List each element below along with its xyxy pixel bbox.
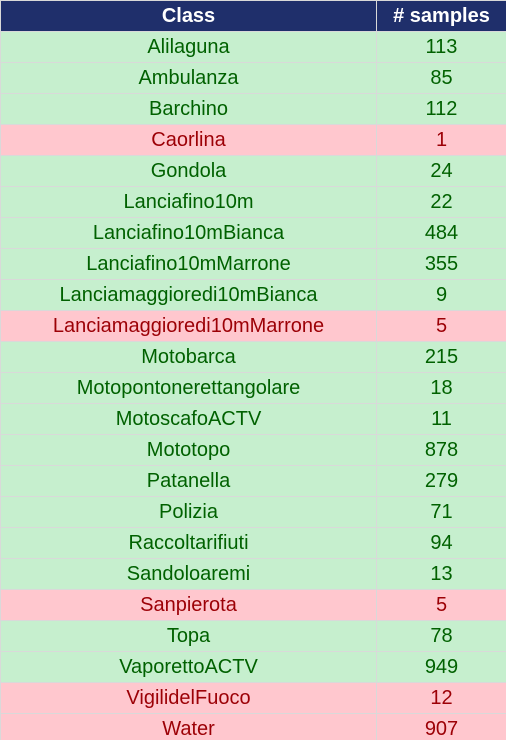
class-cell: VaporettoACTV — [0, 651, 377, 683]
header-row: Class # samples — [0, 0, 506, 32]
table-row: Patanella 279 — [0, 465, 506, 497]
class-cell: MotoscafoACTV — [0, 403, 377, 435]
class-cell: Polizia — [0, 496, 377, 528]
samples-cell: 5 — [376, 589, 506, 621]
samples-cell: 85 — [376, 62, 506, 94]
table-row: Raccoltarifiuti 94 — [0, 527, 506, 559]
class-cell: Ambulanza — [0, 62, 377, 94]
table-row: Polizia 71 — [0, 496, 506, 528]
samples-cell: 71 — [376, 496, 506, 528]
samples-cell: 78 — [376, 620, 506, 652]
class-cell: Alilaguna — [0, 31, 377, 63]
class-cell: Motobarca — [0, 341, 377, 373]
class-cell: Motopontonerettangolare — [0, 372, 377, 404]
class-cell: Barchino — [0, 93, 377, 125]
class-column-header: Class — [0, 0, 377, 32]
table-row: Water 907 — [0, 713, 506, 740]
samples-table: Class # samples Alilaguna 113 Ambulanza … — [0, 0, 506, 740]
samples-cell: 18 — [376, 372, 506, 404]
table-row: Motobarca 215 — [0, 341, 506, 373]
table-row: Lanciafino10mBianca 484 — [0, 217, 506, 249]
samples-cell: 949 — [376, 651, 506, 683]
class-cell: Patanella — [0, 465, 377, 497]
table-row: Lanciafino10m 22 — [0, 186, 506, 218]
table-row: Topa 78 — [0, 620, 506, 652]
class-cell: VigilidelFuoco — [0, 682, 377, 714]
table-row: Sandoloaremi 13 — [0, 558, 506, 590]
table-row: Sanpierota 5 — [0, 589, 506, 621]
table-row: Barchino 112 — [0, 93, 506, 125]
samples-cell: 907 — [376, 713, 506, 740]
class-cell: Lanciamaggioredi10mMarrone — [0, 310, 377, 342]
table-body: Alilaguna 113 Ambulanza 85 Barchino 112 … — [0, 31, 506, 740]
class-cell: Caorlina — [0, 124, 377, 156]
class-cell: Sanpierota — [0, 589, 377, 621]
table-row: Lanciamaggioredi10mMarrone 5 — [0, 310, 506, 342]
class-cell: Raccoltarifiuti — [0, 527, 377, 559]
samples-cell: 9 — [376, 279, 506, 311]
table-row: Mototopo 878 — [0, 434, 506, 466]
samples-cell: 5 — [376, 310, 506, 342]
table-row: MotoscafoACTV 11 — [0, 403, 506, 435]
class-cell: Sandoloaremi — [0, 558, 377, 590]
samples-cell: 878 — [376, 434, 506, 466]
samples-cell: 24 — [376, 155, 506, 187]
samples-cell: 94 — [376, 527, 506, 559]
samples-cell: 1 — [376, 124, 506, 156]
samples-cell: 215 — [376, 341, 506, 373]
class-cell: Lanciafino10m — [0, 186, 377, 218]
class-cell: Lanciafino10mBianca — [0, 217, 377, 249]
samples-cell: 22 — [376, 186, 506, 218]
samples-cell: 11 — [376, 403, 506, 435]
samples-column-header: # samples — [376, 0, 506, 32]
samples-cell: 13 — [376, 558, 506, 590]
samples-cell: 112 — [376, 93, 506, 125]
samples-cell: 279 — [376, 465, 506, 497]
table-row: Alilaguna 113 — [0, 31, 506, 63]
table-row: Gondola 24 — [0, 155, 506, 187]
samples-cell: 355 — [376, 248, 506, 280]
class-cell: Lanciafino10mMarrone — [0, 248, 377, 280]
table-row: Caorlina 1 — [0, 124, 506, 156]
table-row: Motopontonerettangolare 18 — [0, 372, 506, 404]
table-row: VigilidelFuoco 12 — [0, 682, 506, 714]
samples-cell: 113 — [376, 31, 506, 63]
samples-cell: 484 — [376, 217, 506, 249]
class-cell: Gondola — [0, 155, 377, 187]
class-cell: Water — [0, 713, 377, 740]
table-row: Ambulanza 85 — [0, 62, 506, 94]
table-row: VaporettoACTV 949 — [0, 651, 506, 683]
class-cell: Lanciamaggioredi10mBianca — [0, 279, 377, 311]
table-row: Lanciafino10mMarrone 355 — [0, 248, 506, 280]
class-cell: Topa — [0, 620, 377, 652]
class-cell: Mototopo — [0, 434, 377, 466]
table-row: Lanciamaggioredi10mBianca 9 — [0, 279, 506, 311]
samples-cell: 12 — [376, 682, 506, 714]
